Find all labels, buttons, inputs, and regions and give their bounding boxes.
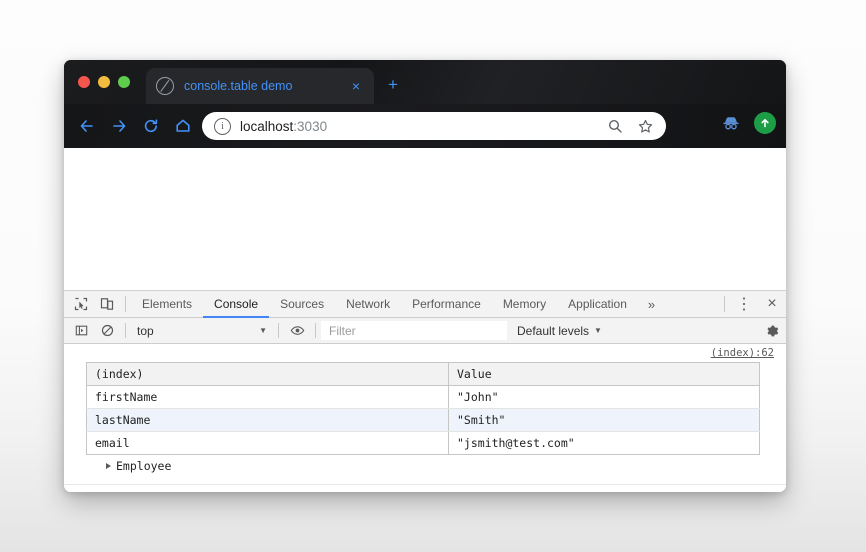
- inspect-element-icon[interactable]: [68, 291, 94, 317]
- toolbar-divider: [724, 296, 725, 312]
- site-info-icon[interactable]: i: [214, 117, 231, 135]
- tab-label: Sources: [280, 297, 325, 311]
- browser-tab-active[interactable]: console.table demo ×: [146, 68, 374, 104]
- toolbar-divider: [125, 323, 126, 338]
- console-toolbar: top ▼ Filter Default levels ▼: [64, 318, 786, 344]
- devtools-tabbar-right: ⋮ ×: [719, 291, 786, 317]
- tab-title: console.table demo: [184, 79, 293, 93]
- log-levels-select[interactable]: Default levels ▼: [507, 318, 612, 343]
- close-window-button[interactable]: [78, 76, 90, 88]
- tab-label: Memory: [502, 297, 547, 311]
- new-tab-button[interactable]: +: [388, 76, 398, 93]
- cell-index: firstName: [86, 385, 449, 409]
- console-prompt[interactable]: ›: [64, 485, 786, 492]
- clear-console-icon[interactable]: [94, 318, 120, 343]
- toolbar-right-actions: [720, 112, 776, 134]
- devtools-tab-sources[interactable]: Sources: [269, 291, 335, 317]
- table-row: email "jsmith@test.com": [86, 431, 760, 455]
- console-sidebar-icon[interactable]: [68, 318, 94, 343]
- chevron-right-icon[interactable]: [106, 463, 111, 469]
- devtools-tab-application[interactable]: Application: [557, 291, 638, 317]
- window-controls: [78, 76, 130, 88]
- url-port: :3030: [293, 118, 328, 134]
- cell-index: email: [86, 431, 449, 455]
- prompt-caret-icon: ›: [72, 490, 79, 492]
- live-expression-eye-icon[interactable]: [284, 318, 310, 343]
- devtools-tab-elements[interactable]: Elements: [131, 291, 203, 317]
- reload-icon[interactable]: [138, 113, 164, 139]
- console-filter-input[interactable]: Filter: [321, 321, 507, 340]
- log-levels-value: Default levels: [517, 323, 590, 338]
- incognito-icon[interactable]: [720, 112, 742, 134]
- object-expand-row[interactable]: Employee: [86, 455, 786, 478]
- search-icon[interactable]: [607, 118, 623, 134]
- star-icon[interactable]: [637, 118, 654, 135]
- console-message-table: (index) Value firstName "John" lastName …: [64, 344, 786, 485]
- toolbar-divider: [278, 323, 279, 338]
- tab-label: Network: [346, 297, 391, 311]
- tab-strip: console.table demo × +: [64, 60, 786, 104]
- chevron-down-icon: ▼: [594, 326, 602, 335]
- profile-avatar[interactable]: [754, 112, 776, 134]
- devtools-tab-console[interactable]: Console: [203, 291, 270, 318]
- devtools-panel: Elements Console Sources Network Perform…: [64, 291, 786, 492]
- browser-window: console.table demo × + i localhost:3030: [64, 60, 786, 492]
- devtools-tabs-overflow-icon[interactable]: »: [638, 291, 665, 317]
- tab-label: Performance: [412, 297, 481, 311]
- gear-icon[interactable]: [758, 318, 786, 343]
- filter-placeholder: Filter: [329, 323, 356, 338]
- console-table: (index) Value firstName "John" lastName …: [86, 362, 760, 455]
- omnibox-actions: [607, 118, 654, 135]
- address-bar-url: localhost:3030: [240, 119, 327, 134]
- table-row: firstName "John": [86, 385, 760, 409]
- execution-context-select[interactable]: top ▼: [131, 318, 273, 343]
- console-table-head: (index) Value: [86, 362, 760, 386]
- toolbar-divider: [315, 323, 316, 338]
- tab-label: Elements: [142, 297, 193, 311]
- minimize-window-button[interactable]: [98, 76, 110, 88]
- cell-value: "jsmith@test.com": [457, 436, 575, 450]
- execution-context-value: top: [137, 323, 154, 338]
- navigation-toolbar: i localhost:3030: [64, 104, 786, 148]
- close-tab-icon[interactable]: ×: [348, 79, 364, 93]
- table-row: lastName "Smith": [86, 408, 760, 432]
- close-devtools-icon[interactable]: ×: [758, 291, 786, 317]
- address-bar[interactable]: i localhost:3030: [202, 112, 666, 140]
- console-output: (index):62 (index) Value firstName "John…: [64, 344, 786, 492]
- devtools-tab-bar: Elements Console Sources Network Perform…: [64, 291, 786, 318]
- cell-index: lastName: [86, 408, 449, 432]
- cell-value: "John": [448, 385, 760, 409]
- toolbar-divider: [125, 296, 126, 312]
- zoom-window-button[interactable]: [118, 76, 130, 88]
- devtools-tab-performance[interactable]: Performance: [401, 291, 492, 317]
- column-header-value: Value: [448, 362, 760, 386]
- cell-value: "Smith": [448, 408, 760, 432]
- column-header-index: (index): [86, 362, 449, 386]
- devtools-tab-network[interactable]: Network: [335, 291, 401, 317]
- tab-label: Console: [214, 297, 259, 311]
- back-icon[interactable]: [74, 113, 100, 139]
- chevron-down-icon: ▼: [259, 326, 267, 335]
- tab-label: Application: [568, 297, 627, 311]
- object-label: Employee: [116, 459, 172, 473]
- url-host: localhost: [240, 118, 294, 134]
- device-toolbar-icon[interactable]: [94, 291, 120, 317]
- table-header-row: (index) Value: [86, 362, 760, 386]
- devtools-tab-memory[interactable]: Memory: [492, 291, 557, 317]
- console-source-link[interactable]: (index):62: [711, 347, 774, 359]
- console-table-body: firstName "John" lastName "Smith" email …: [86, 385, 760, 455]
- page-viewport: [64, 148, 786, 291]
- forward-icon[interactable]: [106, 113, 132, 139]
- tab-favicon-icon: [156, 77, 174, 95]
- devtools-menu-kebab-icon[interactable]: ⋮: [730, 291, 758, 317]
- home-icon[interactable]: [170, 113, 196, 139]
